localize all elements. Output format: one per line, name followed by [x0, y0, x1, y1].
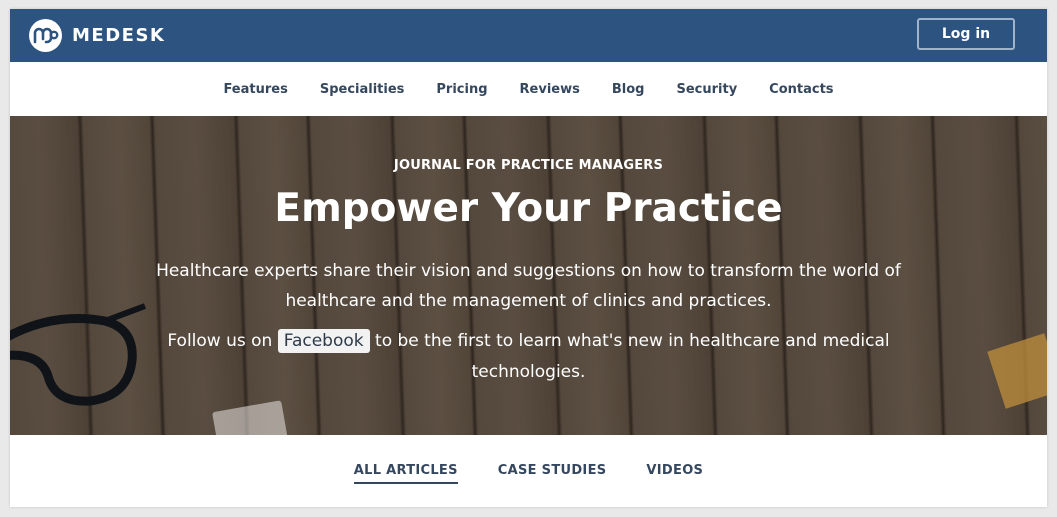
login-button[interactable]: Log in — [917, 18, 1015, 50]
article-tabs: ALL ARTICLES CASE STUDIES VIDEOS — [10, 435, 1047, 507]
follow-suffix: to be the first to learn what's new in h… — [375, 331, 890, 382]
nav-item-blog[interactable]: Blog — [596, 82, 661, 97]
nav-item-features[interactable]: Features — [207, 82, 303, 97]
hero-description: Healthcare experts share their vision an… — [156, 261, 901, 311]
nav-item-reviews[interactable]: Reviews — [504, 82, 596, 97]
facebook-link[interactable]: Facebook — [277, 329, 370, 353]
nav-item-pricing[interactable]: Pricing — [420, 82, 503, 97]
main-nav: Features Specialities Pricing Reviews Bl… — [10, 62, 1047, 116]
medesk-logo-icon — [29, 18, 62, 52]
brand-name: MEDESK — [72, 24, 166, 46]
page: MEDESK Log in Features Specialities Pric… — [10, 9, 1047, 507]
hero-follow-text: Follow us on Facebook to be the first to… — [140, 326, 917, 388]
nav-item-security[interactable]: Security — [660, 82, 753, 97]
tab-videos[interactable]: VIDEOS — [646, 463, 703, 482]
hero-banner: JOURNAL FOR PRACTICE MANAGERS Empower Yo… — [10, 116, 1047, 435]
hero-eyebrow: JOURNAL FOR PRACTICE MANAGERS — [393, 158, 664, 173]
follow-prefix: Follow us on — [167, 331, 273, 351]
top-bar: MEDESK Log in — [10, 9, 1047, 62]
nav-item-specialities[interactable]: Specialities — [304, 82, 421, 97]
tab-all-articles[interactable]: ALL ARTICLES — [353, 463, 458, 484]
nav-item-contacts[interactable]: Contacts — [753, 82, 849, 97]
tab-case-studies[interactable]: CASE STUDIES — [498, 463, 607, 482]
brand-logo[interactable]: MEDESK — [29, 18, 165, 52]
hero-content: JOURNAL FOR PRACTICE MANAGERS Empower Yo… — [10, 116, 1047, 435]
hero-title: Empower Your Practice — [274, 186, 783, 231]
